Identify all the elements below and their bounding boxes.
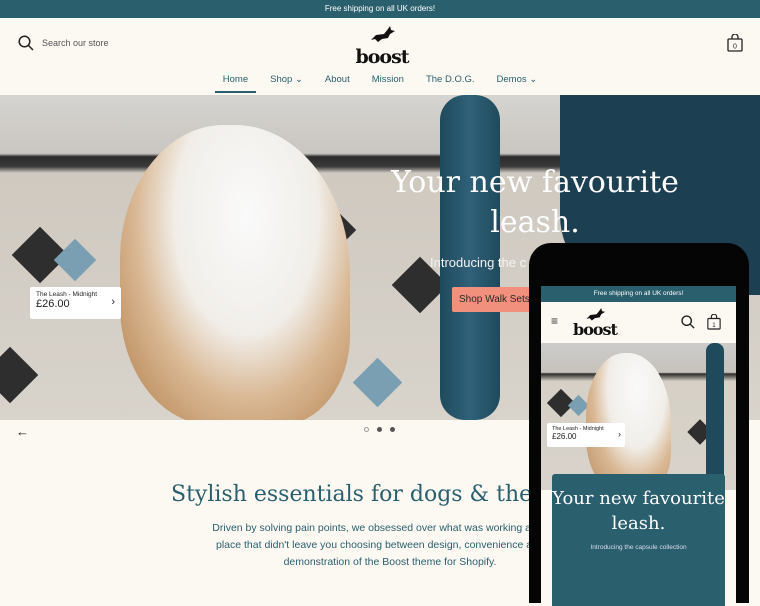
mobile-screen: Free shipping on all UK orders! ≡ boost … [541,286,736,606]
nav-shop[interactable]: Shop ⌄ [270,74,303,91]
chevron-down-icon: ⌄ [529,74,538,85]
search-icon[interactable] [681,315,695,329]
mobile-hero-card: Your new favourite leash. Introducing th… [552,474,725,606]
mobile-logo-text: boost [573,320,618,339]
slide-dot[interactable] [364,427,369,432]
nav-shop-label: Shop [270,74,293,85]
nav-about[interactable]: About [325,74,350,91]
product-price: £26.00 [552,432,577,441]
floor-tile [352,357,403,408]
product-hotspot-card[interactable]: The Leash - Midnight £26.00 › [30,287,121,319]
cart-button[interactable]: 0 [727,33,743,57]
chevron-right-icon: › [618,429,621,439]
product-price: £26.00 [36,298,70,310]
search-placeholder: Search our store [42,38,109,48]
hero-title: Your new favourite leash. [391,165,679,240]
cart-count: 0 [733,44,737,51]
nav-mission[interactable]: Mission [372,74,404,91]
slide-dots [364,427,395,432]
logo-text: boost [355,46,409,68]
announcement-bar: Free shipping on all UK orders! [0,0,760,18]
shopping-bag-icon: 0 [727,33,743,52]
mobile-phone-mockup: Free shipping on all UK orders! ≡ boost … [529,243,749,606]
nav-demos-label: Demos [496,74,527,85]
chevron-right-icon: › [111,296,115,308]
hamburger-menu-icon[interactable]: ≡ [551,314,558,328]
mobile-hero-image: The Leash - Midnight £26.00 › [541,343,736,490]
site-header: Search our store boost 0 Home Shop ⌄ Abo… [0,18,760,95]
shop-walk-sets-button[interactable]: Shop Walk Sets [452,287,537,312]
mobile-hero-subtitle: Introducing the capsule collection [590,544,687,551]
mobile-announcement: Free shipping on all UK orders! [541,286,736,302]
nav-demos[interactable]: Demos ⌄ [497,74,538,91]
dog-image [120,125,350,420]
leash-image [706,343,724,490]
logo[interactable]: boost [352,26,412,68]
hero-subtitle: Introducing the c [430,255,527,270]
floor-tile [0,346,39,404]
prev-slide-arrow-icon[interactable]: ← [16,424,29,439]
mobile-cart-count: 1 [712,322,716,329]
mobile-hero-title: Your new favourite leash. [552,488,725,534]
intro-heading: Stylish essentials for dogs & their hu [171,482,586,507]
dog-logo-icon [371,26,395,42]
search-box[interactable]: Search our store [18,35,109,51]
slide-dot[interactable] [390,427,395,432]
main-nav: Home Shop ⌄ About Mission The D.O.G. Dem… [0,74,760,93]
nav-home[interactable]: Home [214,74,257,93]
search-icon [18,35,34,51]
mobile-header: ≡ boost 1 [541,302,736,343]
product-name: The Leash - Midnight [36,291,98,298]
floor-tile [53,238,97,282]
dog-image [586,353,671,490]
nav-the-dog[interactable]: The D.O.G. [426,74,475,91]
shopping-bag-icon[interactable]: 1 [707,314,721,330]
mobile-product-card[interactable]: The Leash - Midnight £26.00 › [547,423,625,447]
slide-dot[interactable] [377,427,382,432]
chevron-down-icon: ⌄ [294,74,303,85]
